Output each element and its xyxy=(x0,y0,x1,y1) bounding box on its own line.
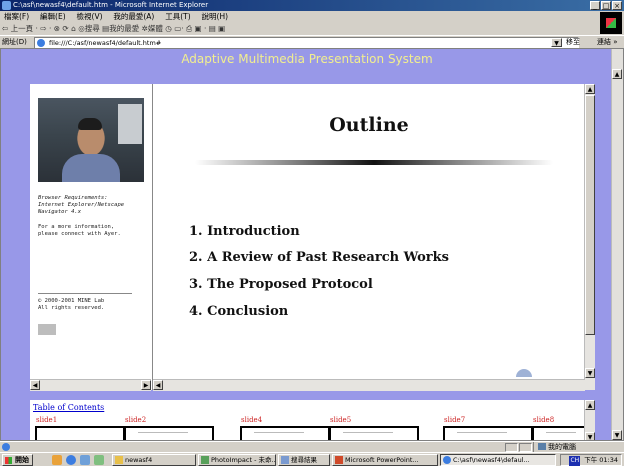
media-icon[interactable] xyxy=(52,455,62,465)
outline-item: 1. Introduction xyxy=(189,224,300,239)
video-background-monitor xyxy=(118,104,142,144)
task-internet-explorer[interactable]: C:\asf\newasf4\defaul... xyxy=(440,454,556,466)
scrollbar-thumb[interactable] xyxy=(585,95,595,335)
slide-label[interactable]: slide7 xyxy=(444,416,465,424)
powerpoint-icon xyxy=(335,456,343,464)
status-panel xyxy=(519,443,532,452)
slide-thumbnail[interactable] xyxy=(329,426,419,440)
title-divider xyxy=(195,160,553,165)
scroll-up-arrow[interactable]: ▲ xyxy=(612,69,622,79)
address-value: file:///C:/asf/newasf4/default.htm# xyxy=(49,39,162,47)
outline-item: 3. The Proposed Protocol xyxy=(189,277,373,292)
desktop-icon[interactable] xyxy=(94,455,104,465)
outline-item: 2. A Review of Past Research Works xyxy=(189,250,449,265)
links-button[interactable]: 連結 » xyxy=(597,37,618,48)
go-button[interactable]: 移至 xyxy=(566,37,580,48)
menu-tools[interactable]: 工具(T) xyxy=(161,11,194,23)
slide-thumbnail[interactable] xyxy=(532,426,588,440)
presenter-hair xyxy=(78,118,102,130)
close-button[interactable]: × xyxy=(612,1,622,10)
slide-horizontal-scrollbar[interactable]: ◀ xyxy=(153,379,585,391)
page-icon xyxy=(37,39,45,47)
taskbar: 開始 newasf4 PhotoImpact - 未命... 搜尋結果 Micr… xyxy=(0,452,624,466)
gray-placeholder-box xyxy=(38,324,56,335)
scroll-left-arrow[interactable]: ◀ xyxy=(30,380,40,390)
scroll-left-arrow[interactable]: ◀ xyxy=(153,380,163,390)
address-bar: 網址(D) file:///C:/asf/newasf4/default.htm… xyxy=(0,35,624,50)
scroll-down-arrow[interactable]: ▼ xyxy=(585,368,595,378)
slide-thumbnail[interactable] xyxy=(240,426,330,440)
page-banner: Adaptive Multimedia Presentation System xyxy=(181,52,433,66)
page-vertical-scrollbar[interactable]: ▲ ▼ xyxy=(611,49,623,440)
presenter-video xyxy=(38,98,144,182)
ie-app-icon xyxy=(2,1,11,10)
page-status-icon xyxy=(2,443,10,451)
standard-toolbar[interactable]: ⇦ 上一頁 · ⇨ · ⊗ ⟳ ⌂ ◎搜尋 ▤我的最愛 ✲媒體 ◷ ▭· ⎙ ▣… xyxy=(0,23,624,35)
ie-icon xyxy=(443,456,451,464)
slide-thumbnail[interactable] xyxy=(35,426,125,440)
scroll-up-arrow[interactable]: ▲ xyxy=(585,400,595,410)
slide-decoration xyxy=(516,369,532,377)
menu-favorites[interactable]: 我的最愛(A) xyxy=(109,11,158,23)
address-label: 網址(D) xyxy=(2,38,27,46)
outlook-icon[interactable] xyxy=(80,455,90,465)
browser-viewport: Adaptive Multimedia Presentation System … xyxy=(0,48,624,441)
browser-requirements: Browser Requirements: Internet Explorer/… xyxy=(38,195,125,215)
scroll-down-arrow[interactable]: ▼ xyxy=(612,430,622,440)
slide-label[interactable]: slide4 xyxy=(241,416,262,424)
slide-thumbnail[interactable] xyxy=(443,426,533,440)
scroll-right-arrow[interactable]: ▶ xyxy=(141,380,151,390)
menu-edit[interactable]: 編輯(E) xyxy=(36,11,70,23)
status-panel xyxy=(505,443,518,452)
ie-icon[interactable] xyxy=(66,455,76,465)
scroll-down-arrow[interactable]: ▼ xyxy=(585,432,595,440)
left-horizontal-scrollbar[interactable]: ◀ ▶ xyxy=(30,379,151,391)
maximize-button[interactable]: □ xyxy=(601,1,611,10)
computer-icon xyxy=(538,443,546,450)
window-title: C:\asf\newasf4\default.htm - Microsoft I… xyxy=(13,1,209,9)
task-search-results[interactable]: 搜尋結果 xyxy=(278,454,330,466)
task-photoimpact[interactable]: PhotoImpact - 未命... xyxy=(198,454,276,466)
contact-info: For a more information, please connect w… xyxy=(38,224,121,237)
system-tray[interactable]: CH 下午 01:34 xyxy=(560,454,622,466)
slide-title: Outline xyxy=(329,114,409,136)
slide-label[interactable]: slide2 xyxy=(125,416,146,424)
task-newasf4[interactable]: newasf4 xyxy=(112,454,196,466)
folder-icon xyxy=(115,456,123,464)
menu-bar: 檔案(F) 編輯(E) 檢視(V) 我的最愛(A) 工具(T) 說明(H) xyxy=(0,11,624,23)
menu-file[interactable]: 檔案(F) xyxy=(0,11,33,23)
scroll-up-arrow[interactable]: ▲ xyxy=(585,84,595,94)
ime-indicator[interactable]: CH xyxy=(569,456,581,466)
slide-label[interactable]: slide8 xyxy=(533,416,554,424)
slide-thumbnail[interactable] xyxy=(124,426,214,440)
address-dropdown-button[interactable]: ▼ xyxy=(551,38,562,47)
status-bar: 我的電腦 xyxy=(0,441,624,453)
clock: 下午 01:34 xyxy=(584,456,618,464)
copyright: © 2000-2001 MINE Lab All rights reserved… xyxy=(38,298,105,311)
task-powerpoint[interactable]: Microsoft PowerPoint... xyxy=(332,454,438,466)
toc-vertical-scrollbar[interactable]: ▲ ▼ xyxy=(584,400,595,440)
start-button[interactable]: 開始 xyxy=(2,454,33,466)
slide-vertical-scrollbar[interactable]: ▲ ▼ xyxy=(584,84,595,390)
photoimpact-icon xyxy=(201,456,209,464)
minimize-button[interactable]: _ xyxy=(590,1,600,10)
presenter-shirt xyxy=(62,154,120,182)
left-divider xyxy=(38,293,132,294)
menu-help[interactable]: 說明(H) xyxy=(198,11,233,23)
outline-item: 4. Conclusion xyxy=(189,304,289,319)
left-info-pane: Browser Requirements: Internet Explorer/… xyxy=(30,84,153,391)
zone-label: 我的電腦 xyxy=(548,443,576,451)
toc-pane: Table of Contents slide1 slide2 slide4 s… xyxy=(30,400,595,440)
window-title-bar[interactable]: C:\asf\newasf4\default.htm - Microsoft I… xyxy=(0,0,624,11)
table-of-contents-link[interactable]: Table of Contents xyxy=(33,403,104,412)
slide-label[interactable]: slide5 xyxy=(330,416,351,424)
search-icon xyxy=(281,456,289,464)
slide-label[interactable]: slide1 xyxy=(36,416,57,424)
slide-pane: Outline 1. Introduction 2. A Review of P… xyxy=(153,84,595,391)
menu-view[interactable]: 檢視(V) xyxy=(73,11,107,23)
